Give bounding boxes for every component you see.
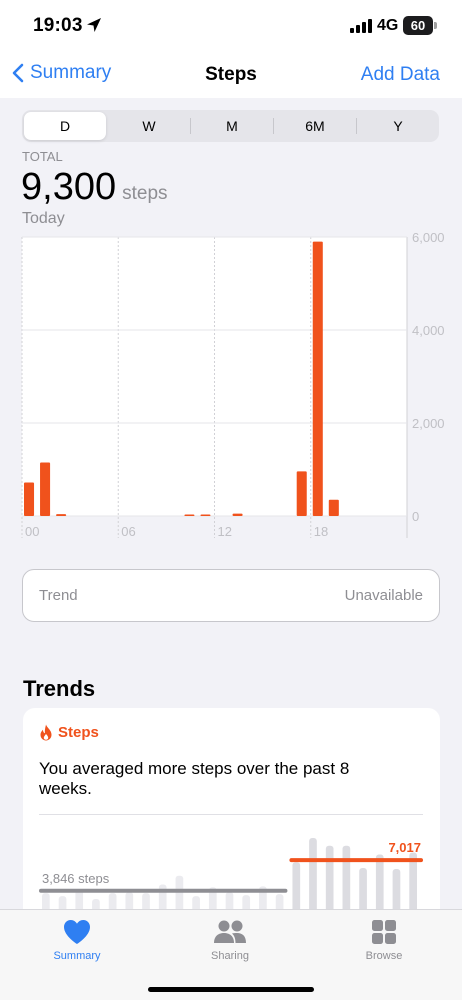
tab-browse[interactable]: Browse	[334, 918, 434, 962]
tab-bar: Summary Sharing Browse	[0, 909, 462, 1000]
chart-y-tick-label: 2,000	[412, 416, 445, 431]
trend-card-header: Steps	[39, 724, 99, 741]
total-label: TOTAL	[22, 149, 63, 164]
status-bar: 19:03 4G 60	[0, 0, 462, 50]
flame-icon	[40, 724, 52, 741]
trend-value: Unavailable	[344, 587, 423, 604]
trend-old-average-label: 3,846 steps	[42, 871, 110, 886]
trends-heading: Trends	[23, 676, 96, 701]
navigation-bar: Summary Steps Add Data	[0, 50, 462, 98]
chart-y-tick-label: 0	[412, 509, 419, 524]
heart-icon	[64, 920, 90, 944]
chart-x-tick-label: 06	[121, 524, 135, 539]
segment-week[interactable]: W	[108, 110, 190, 142]
total-steps-value: 9,300	[21, 166, 117, 208]
total-steps-unit: steps	[122, 183, 168, 204]
trend-new-average-label: 7,017	[388, 840, 421, 855]
chart-bar	[184, 514, 195, 516]
segment-year[interactable]: Y	[357, 110, 439, 142]
tab-browse-label: Browse	[365, 950, 403, 962]
card-divider	[39, 814, 423, 815]
chart-y-tick-label: 4,000	[412, 323, 445, 338]
steps-bar-chart[interactable]: 6,0004,0002,000000 06 12 18	[0, 232, 462, 542]
chart-bar	[296, 471, 307, 516]
grid-icon	[372, 920, 396, 944]
cellular-signal-icon	[350, 19, 372, 38]
total-date: Today	[22, 210, 65, 227]
segment-month[interactable]: M	[191, 110, 273, 142]
chart-bar	[24, 482, 35, 516]
chart-bar	[328, 499, 339, 516]
tab-summary-label: Summary	[53, 950, 101, 962]
chart-x-tick-label: 12	[218, 524, 232, 539]
chart-bar	[200, 514, 211, 516]
tab-sharing[interactable]: Sharing	[180, 918, 280, 962]
chart-x-tick-label: 00	[25, 524, 39, 539]
trend-label: Trend	[39, 587, 78, 604]
chart-bar	[232, 513, 243, 516]
trend-message: You averaged more steps over the past 8 …	[39, 759, 350, 798]
chart-x-tick-label: 18	[314, 524, 328, 539]
total-steps: 9,300 steps	[21, 166, 168, 209]
network-type: 4G	[377, 17, 399, 34]
tab-summary[interactable]: Summary	[27, 918, 127, 962]
home-indicator	[148, 987, 314, 992]
time-range-segmented-control: D W M 6M Y	[22, 110, 439, 142]
segment-day[interactable]: D	[24, 112, 106, 140]
segment-6-months[interactable]: 6M	[274, 110, 356, 142]
chart-y-tick-label: 6,000	[412, 232, 445, 245]
chart-bar	[56, 514, 67, 516]
tab-sharing-label: Sharing	[211, 950, 249, 962]
chart-bar	[40, 462, 51, 516]
trend-card-title: Steps	[58, 724, 99, 741]
chart-bar	[312, 241, 323, 516]
battery-tip	[434, 22, 437, 29]
location-arrow-icon	[86, 17, 102, 38]
trend-card[interactable]: Trend Unavailable	[22, 569, 440, 622]
battery-icon: 60	[403, 16, 433, 35]
add-data-button[interactable]: Add Data	[361, 64, 440, 86]
status-time: 19:03	[33, 15, 83, 36]
people-icon	[214, 920, 246, 943]
